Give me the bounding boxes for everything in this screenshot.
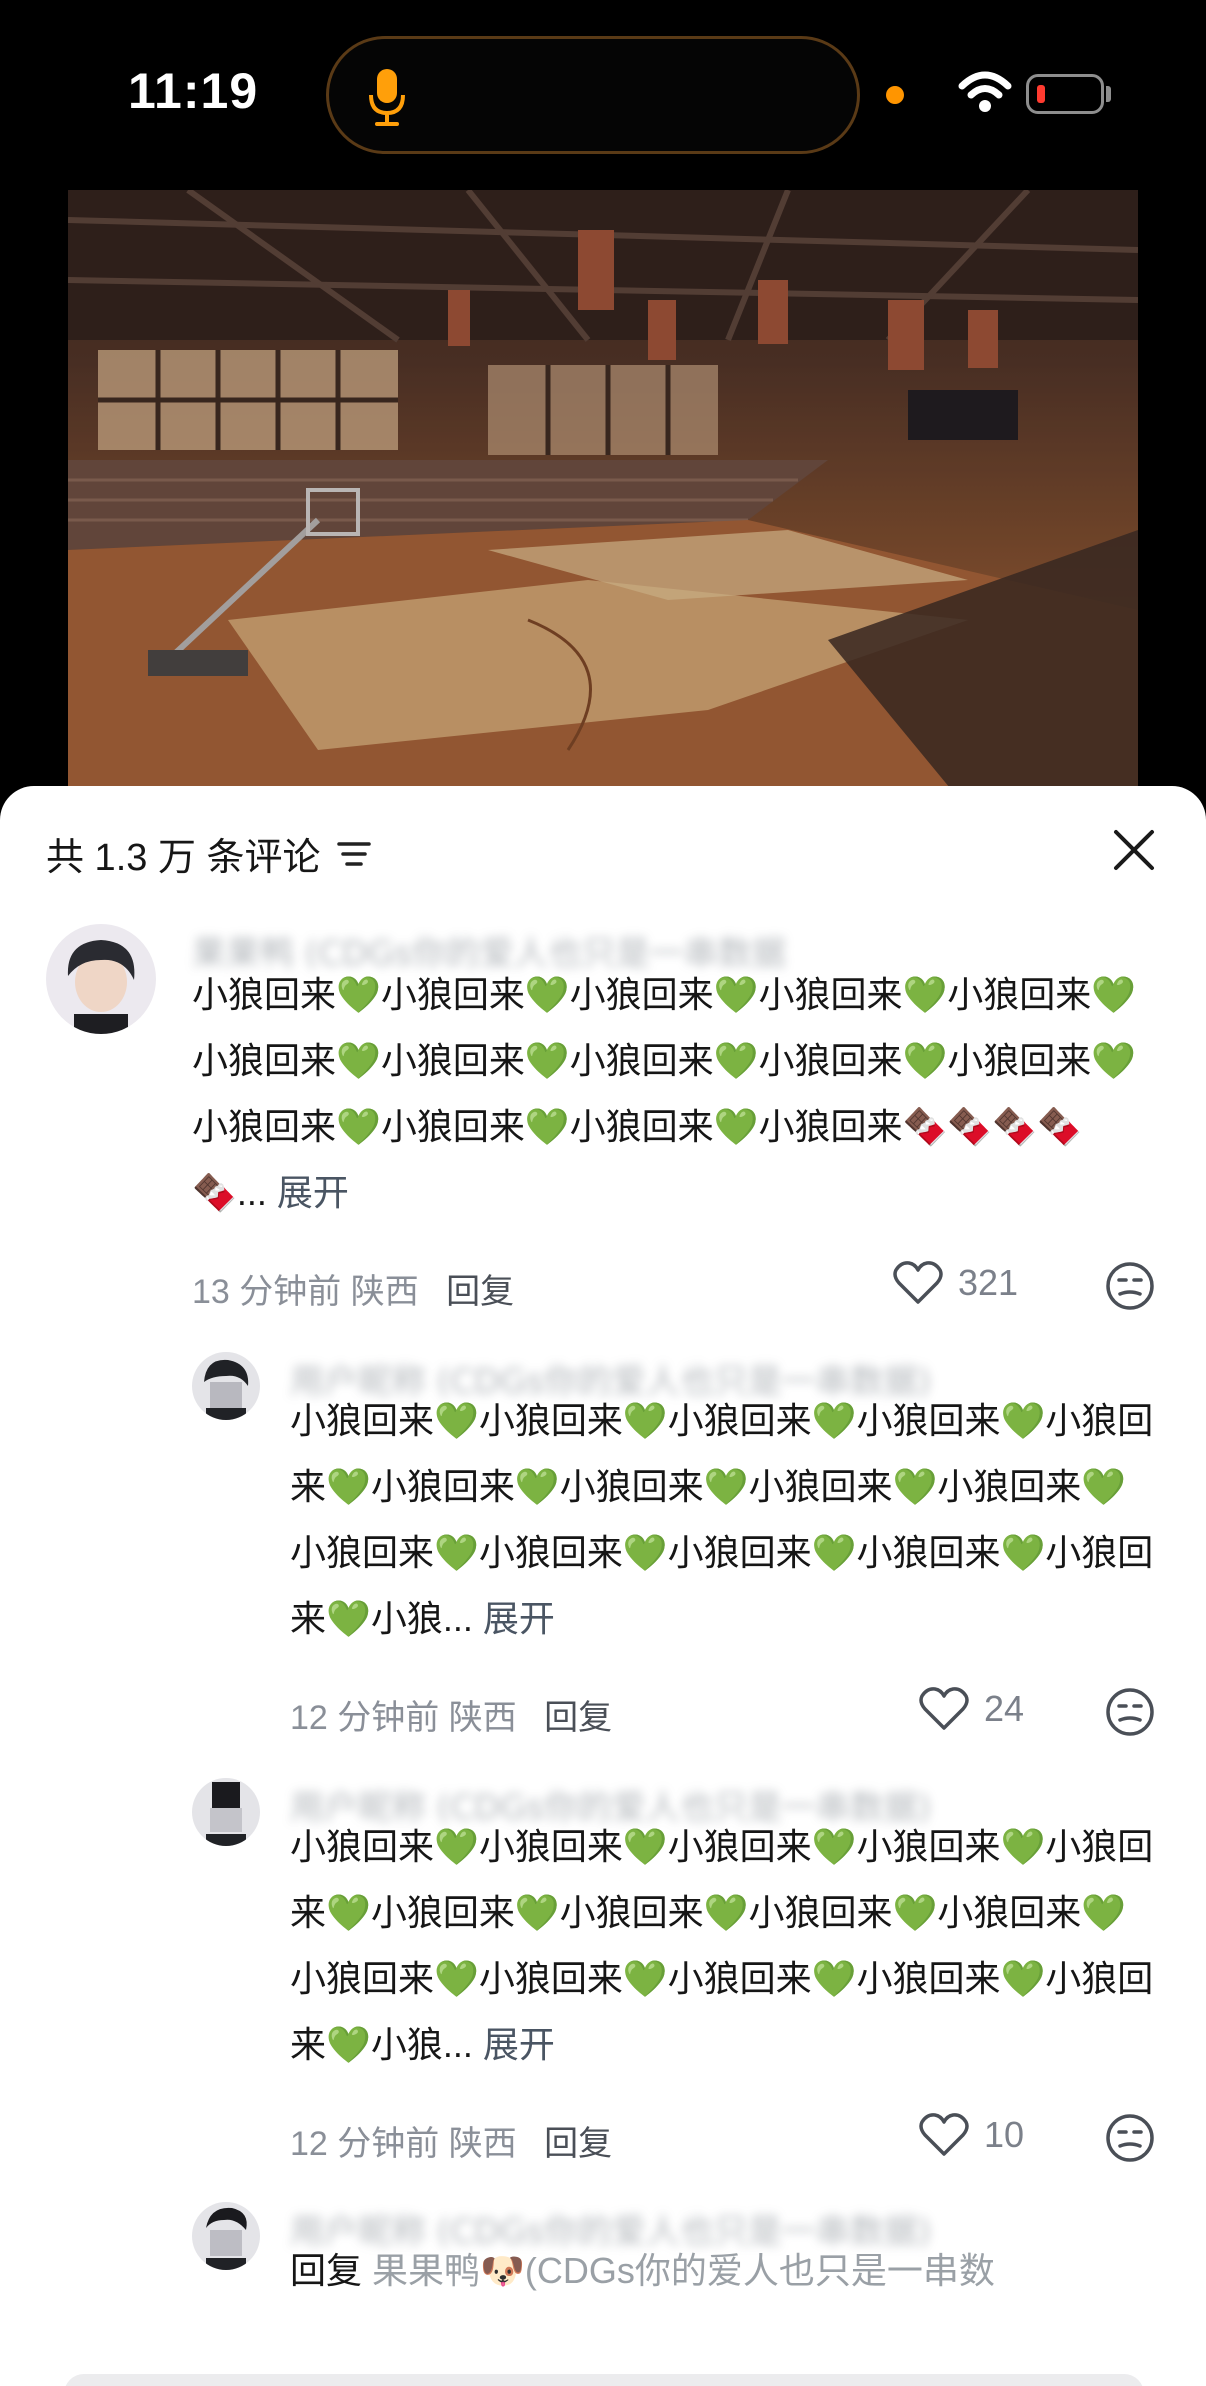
comment-meta: 12 分钟前 陕西 回复 bbox=[290, 2116, 612, 2165]
battery-cap bbox=[1106, 86, 1111, 102]
like-button[interactable]: 24 bbox=[918, 1686, 1024, 1732]
like-button[interactable]: 10 bbox=[918, 2112, 1024, 2158]
like-count: 321 bbox=[958, 1262, 1019, 1303]
like-button[interactable]: 321 bbox=[892, 1260, 1018, 1306]
privacy-indicator-dot bbox=[886, 86, 904, 104]
comment-text: 小狼回来💚小狼回来💚小狼回来💚小狼回来💚小狼回来💚小狼回来💚小狼回来💚小狼回来💚… bbox=[192, 962, 1152, 1226]
comment-text: 小狼回来💚小狼回来💚小狼回来💚小狼回来💚小狼回来💚小狼回来💚小狼回来💚小狼回来💚… bbox=[290, 1388, 1160, 1652]
comment-time: 12 分钟前 bbox=[290, 2125, 440, 2163]
reply-button[interactable]: 回复 bbox=[446, 1273, 514, 1311]
reply-button[interactable]: 回复 bbox=[544, 2125, 612, 2163]
quoted-username[interactable]: 果果鸭🐶(CDGs你的爱人也只是一串数 bbox=[372, 2250, 995, 2291]
gymnasium-video-frame bbox=[68, 190, 1138, 810]
comment-meta: 13 分钟前 陕西 回复 bbox=[192, 1264, 514, 1313]
avatar[interactable] bbox=[192, 1352, 260, 1420]
dynamic-island[interactable] bbox=[326, 36, 860, 154]
heart-icon bbox=[893, 1261, 943, 1304]
close-icon[interactable] bbox=[1112, 828, 1156, 872]
dislike-face-icon[interactable] bbox=[1104, 1260, 1156, 1312]
like-count: 10 bbox=[984, 2114, 1025, 2155]
battery-icon bbox=[1026, 74, 1104, 114]
status-bar: 11:19 bbox=[0, 0, 1206, 190]
comment-count-header[interactable]: 共 1.3 万 条评论 bbox=[46, 826, 371, 881]
expand-link[interactable]: 展开 bbox=[277, 1172, 349, 1213]
dislike-face-icon[interactable] bbox=[1104, 1686, 1156, 1738]
status-time: 11:19 bbox=[128, 63, 259, 119]
microphone-icon bbox=[369, 69, 405, 126]
comment-text: 回复 果果鸭🐶(CDGs你的爱人也只是一串数 bbox=[290, 2238, 1160, 2304]
dislike-face-icon[interactable] bbox=[1104, 2112, 1156, 2164]
comment-text-content: 小狼回来💚小狼回来💚小狼回来💚小狼回来💚小狼回来💚小狼回来💚小狼回来💚小狼回来💚… bbox=[290, 1826, 1154, 2065]
wifi-icon bbox=[958, 71, 1012, 112]
heart-icon bbox=[919, 1687, 969, 1730]
avatar[interactable] bbox=[46, 924, 156, 1034]
comment-time: 12 分钟前 bbox=[290, 1699, 440, 1737]
comment-input-bar[interactable] bbox=[64, 2374, 1144, 2386]
heart-icon bbox=[919, 2113, 969, 2156]
comment-meta: 12 分钟前 陕西 回复 bbox=[290, 1690, 612, 1739]
sort-icon[interactable] bbox=[336, 839, 371, 869]
expand-link[interactable]: 展开 bbox=[483, 1598, 555, 1639]
comment-text: 小狼回来💚小狼回来💚小狼回来💚小狼回来💚小狼回来💚小狼回来💚小狼回来💚小狼回来💚… bbox=[290, 1814, 1160, 2078]
reply-prefix: 回复 bbox=[290, 2250, 363, 2291]
like-count: 24 bbox=[984, 1688, 1025, 1729]
comment-location: 陕西 bbox=[448, 1699, 517, 1737]
comment-text-content: 小狼回来💚小狼回来💚小狼回来💚小狼回来💚小狼回来💚小狼回来💚小狼回来💚小狼回来💚… bbox=[290, 1400, 1154, 1639]
reply-button[interactable]: 回复 bbox=[544, 1699, 612, 1737]
comment-count-title: 共 1.3 万 条评论 bbox=[46, 837, 321, 879]
expand-link[interactable]: 展开 bbox=[483, 2024, 555, 2065]
comment-sheet: 共 1.3 万 条评论 果果鸭 (CDGs你的爱人也只是一串数据 小狼回来💚小狼… bbox=[0, 786, 1206, 2386]
comment-location: 陕西 bbox=[448, 2125, 517, 2163]
avatar[interactable] bbox=[192, 1778, 260, 1846]
comment-location: 陕西 bbox=[350, 1273, 419, 1311]
video-player[interactable] bbox=[68, 190, 1138, 810]
avatar[interactable] bbox=[192, 2202, 260, 2270]
comment-time: 13 分钟前 bbox=[192, 1273, 342, 1311]
